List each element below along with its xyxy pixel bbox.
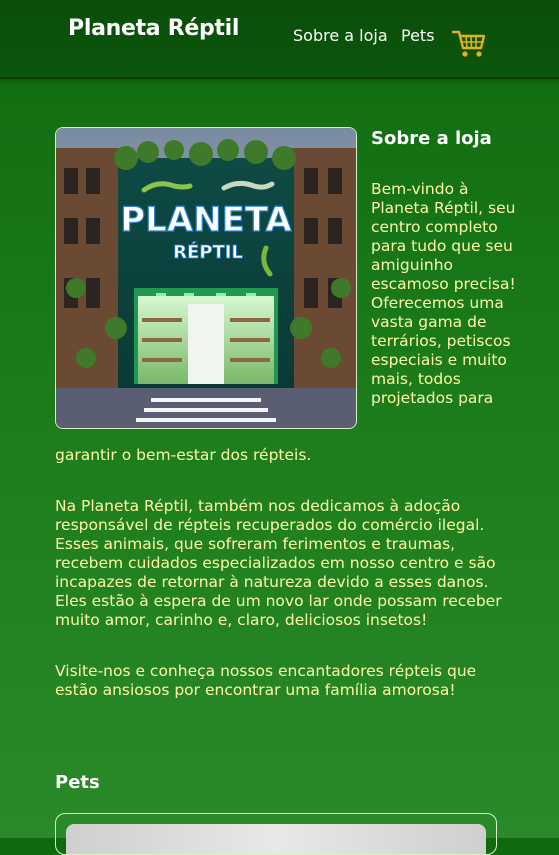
cart-icon[interactable] <box>452 28 486 60</box>
pet-card[interactable] <box>55 813 497 855</box>
pets-title: Pets <box>55 772 100 793</box>
pet-card-image <box>66 824 486 854</box>
nav-link-about[interactable]: Sobre a loja <box>293 26 388 45</box>
about-paragraph-3: Visite-nos e conheça nossos encantadores… <box>55 662 477 699</box>
store-front-image: PLANETA RÉPTIL <box>55 127 357 429</box>
store-sign-line1: PLANETA <box>120 200 292 240</box>
nav-link-pets[interactable]: Pets <box>401 26 435 45</box>
about-paragraph-1: Bem-vindo à Planeta Réptil, seu centro c… <box>371 180 516 407</box>
site-header: Planeta Réptil Sobre a loja Pets <box>0 0 559 79</box>
store-sign-line2: RÉPTIL <box>173 241 243 263</box>
about-paragraph-2: Na Planeta Réptil, também nos dedicamos … <box>55 497 502 629</box>
brand-title[interactable]: Planeta Réptil <box>68 16 239 41</box>
about-paragraph-1-continued: garantir o bem-estar dos répteis. <box>55 446 312 464</box>
about-title: Sobre a loja <box>371 128 492 149</box>
